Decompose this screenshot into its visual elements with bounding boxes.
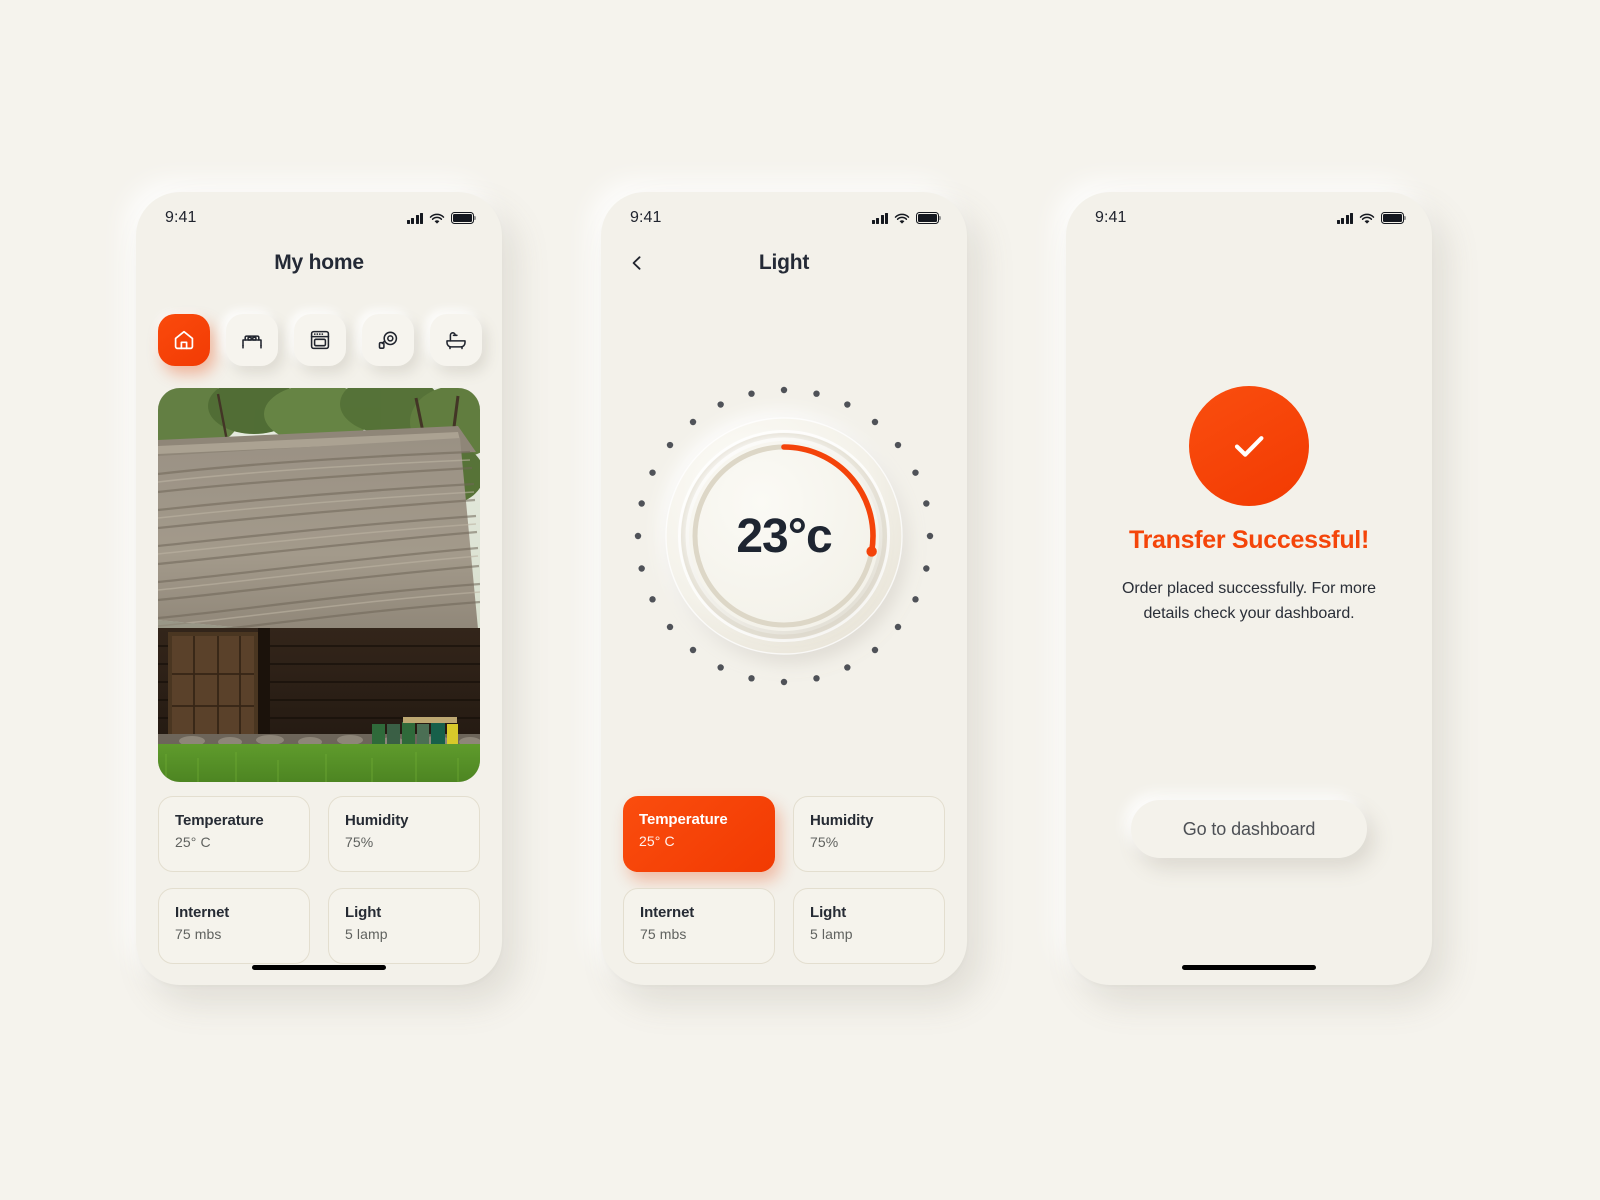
screenshot-canvas: 9:41 My home Temperature 25° C Humidity … [0,0,1600,1200]
info-card-grid: Temperature 25° C Humidity 75% Internet … [623,796,945,964]
info-card-value: 75 mbs [175,926,222,943]
info-card-title: Light [810,904,847,921]
check-icon [1234,436,1264,457]
house-icon [174,330,194,350]
header: Light [601,246,967,280]
info-card-value: 5 lamp [810,926,853,943]
info-card-title: Internet [640,904,695,921]
info-card-value: 25° C [175,834,211,851]
info-card-title: Light [345,904,382,921]
info-card-light[interactable]: Light 5 lamp [328,888,480,964]
phone-screen-home: 9:41 My home Temperature 25° C Humidity … [136,192,502,985]
back-button[interactable] [623,249,651,277]
battery-icon [1381,212,1407,224]
cellular-signal-icon [872,212,888,224]
info-card-grid: Temperature 25° C Humidity 75% Internet … [158,796,480,964]
oven-icon [310,330,330,350]
info-card-title: Humidity [345,812,409,829]
cellular-signal-icon [1337,212,1353,224]
status-time: 9:41 [1095,209,1127,226]
info-card-value: 75% [810,834,839,851]
success-title: Transfer Successful! [1129,526,1369,554]
phone-screen-light: 9:41 Light 23°c Temperature 25° C Humidi… [601,192,967,985]
info-card-value: 75% [345,834,374,851]
status-icons [872,212,942,224]
battery-icon [451,212,477,224]
pan-icon [378,331,398,349]
room-tab-house[interactable] [158,314,210,366]
temperature-dial[interactable]: 23°c [628,380,940,692]
wifi-icon [894,212,910,224]
cottage-illustration [158,388,480,782]
home-indicator[interactable] [252,965,386,970]
home-indicator[interactable] [1182,965,1316,970]
hero-image [158,388,480,782]
info-card-humidity[interactable]: Humidity 75% [793,796,945,872]
bathtub-icon [446,332,466,350]
status-icons [407,212,477,224]
page-title: My home [274,251,364,274]
room-tab-list [158,314,482,366]
phone-screen-success: 9:41 Transfer Successful! Order placed s… [1066,192,1432,985]
wifi-icon [1359,212,1375,224]
header: My home [136,246,502,280]
success-subtitle: Order placed successfully. For more deta… [1121,580,1377,622]
info-card-title: Internet [175,904,230,921]
info-card-internet[interactable]: Internet 75 mbs [158,888,310,964]
status-icons [1337,212,1407,224]
dial-reading: 23°c [736,509,832,563]
status-bar: 9:41 [1066,205,1432,231]
chevron-left-icon [632,256,641,270]
status-time: 9:41 [165,209,197,226]
success-badge [1189,386,1309,506]
info-card-temperature[interactable]: Temperature 25° C [623,796,775,872]
info-card-internet[interactable]: Internet 75 mbs [623,888,775,964]
status-bar: 9:41 [136,205,502,231]
battery-icon [916,212,942,224]
info-card-value: 5 lamp [345,926,388,943]
status-time: 9:41 [630,209,662,226]
room-tab-bedroom[interactable] [226,314,278,366]
info-card-light[interactable]: Light 5 lamp [793,888,945,964]
go-to-dashboard-button[interactable]: Go to dashboard [1131,800,1367,858]
info-card-temperature[interactable]: Temperature 25° C [158,796,310,872]
cellular-signal-icon [407,212,423,224]
info-card-value: 75 mbs [640,926,687,943]
status-bar: 9:41 [601,205,967,231]
page-title: Light [758,251,810,274]
room-tab-bathroom[interactable] [430,314,482,366]
info-card-humidity[interactable]: Humidity 75% [328,796,480,872]
info-card-title: Humidity [810,812,874,829]
wifi-icon [429,212,445,224]
room-tab-cooking[interactable] [362,314,414,366]
info-card-value: 25° C [639,833,675,850]
info-card-title: Temperature [175,812,264,829]
room-tab-kitchen[interactable] [294,314,346,366]
go-to-dashboard-label: Go to dashboard [1182,818,1316,839]
bed-icon [242,335,262,349]
info-card-title: Temperature [639,811,728,828]
